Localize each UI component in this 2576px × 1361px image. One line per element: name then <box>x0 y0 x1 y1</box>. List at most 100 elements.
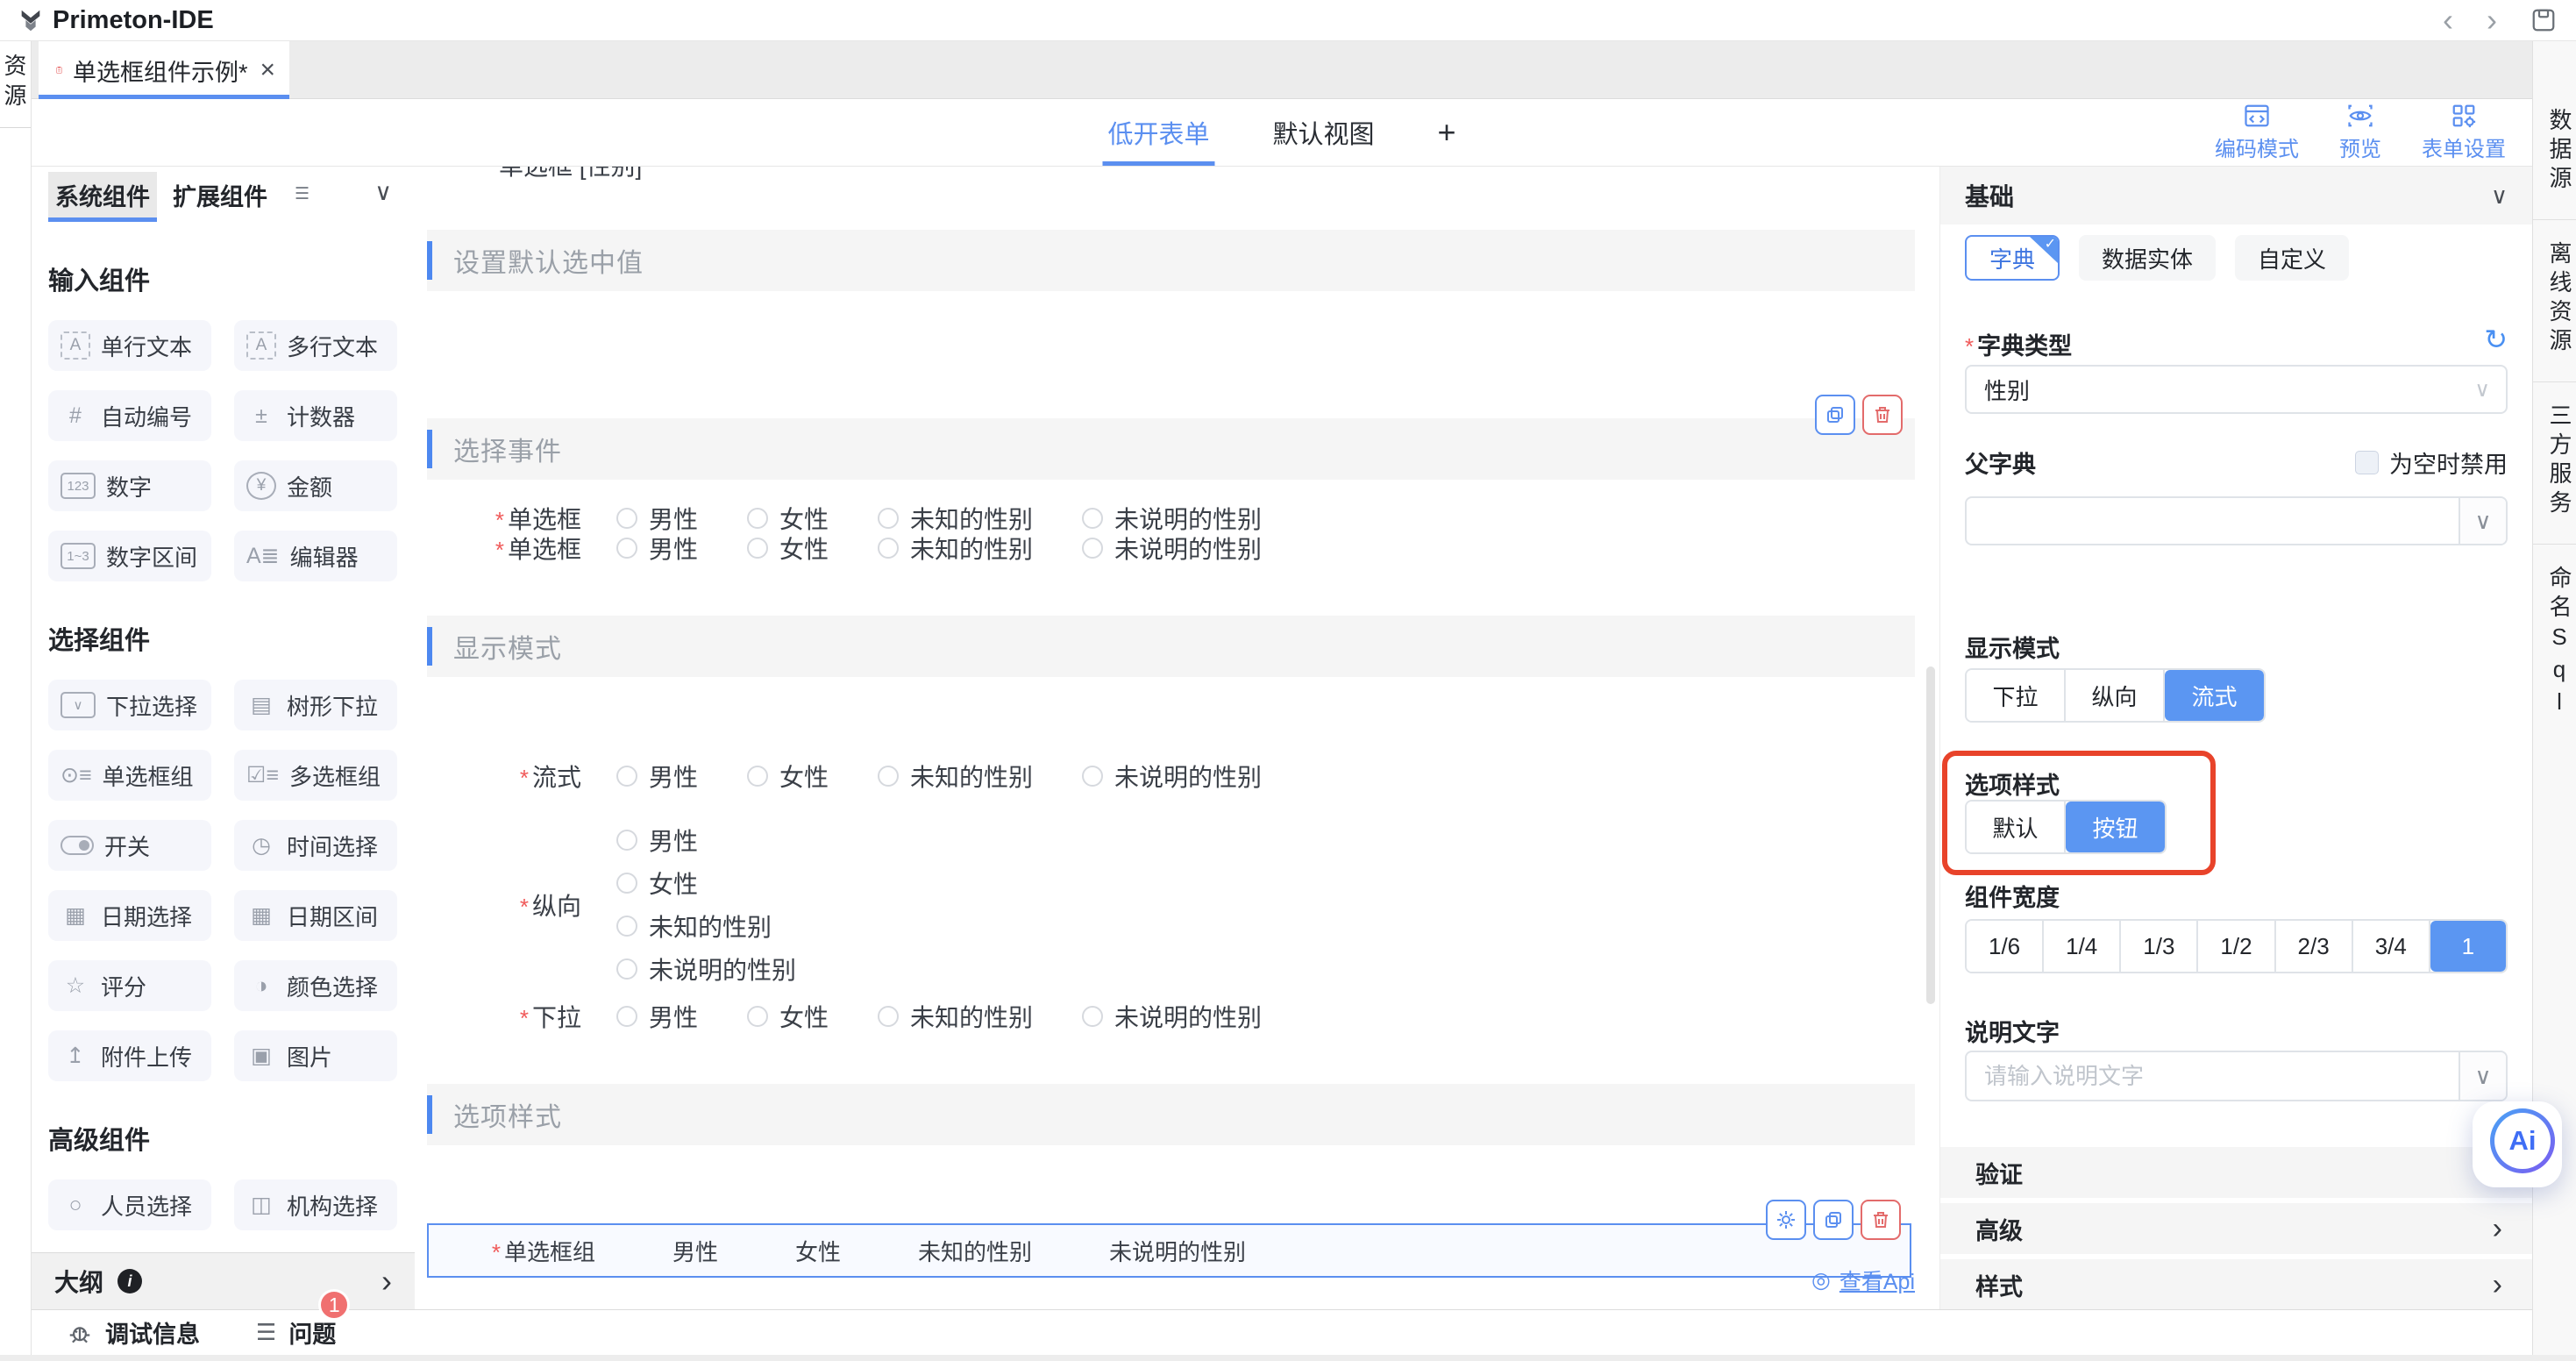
mode-dropdown[interactable]: 下拉 <box>1967 670 2066 721</box>
radio-option[interactable]: 未知的性别 <box>616 909 796 944</box>
canvas-scrollbar[interactable] <box>1926 666 1935 1004</box>
palette-item-multi-text[interactable]: A多行文本 <box>234 320 397 371</box>
palette-item-rating[interactable]: ☆评分 <box>48 960 211 1011</box>
radio-icon[interactable] <box>616 538 637 559</box>
palette-item-counter[interactable]: ±计数器 <box>234 390 397 441</box>
dict-type-select[interactable]: 性别 ∨ <box>1965 365 2508 414</box>
radio-option[interactable]: 女性 <box>747 531 829 566</box>
palette-item-single-text[interactable]: A单行文本 <box>48 320 211 371</box>
description-input[interactable] <box>1967 1063 2459 1090</box>
width-1-6[interactable]: 1/6 <box>1967 921 2044 972</box>
radio-icon[interactable] <box>747 766 768 787</box>
button-option[interactable]: 未说明的性别 <box>1109 1235 1246 1267</box>
palette-item-person-picker[interactable]: ○人员选择 <box>48 1179 211 1230</box>
code-mode-button[interactable]: 编码模式 <box>2215 103 2299 162</box>
radio-option[interactable]: 未说明的性别 <box>1082 531 1262 566</box>
preview-button[interactable]: 预览 <box>2339 103 2381 162</box>
rail-item-datasource[interactable]: 数据源 <box>2533 87 2576 220</box>
width-3-4[interactable]: 3/4 <box>2353 921 2430 972</box>
tab-lowcode-form[interactable]: 低开表单 <box>1107 99 1209 166</box>
radio-option[interactable]: 女性 <box>747 999 829 1034</box>
palette-item-time-picker[interactable]: ◷时间选择 <box>234 820 397 871</box>
radio-option[interactable]: 未说明的性别 <box>1082 999 1262 1034</box>
tab-extended-components[interactable]: 扩展组件 <box>163 172 277 217</box>
selected-radio-group-component[interactable]: *单选框组 男性 女性 未知的性别 未说明的性别 <box>427 1223 1911 1278</box>
radio-icon[interactable] <box>616 766 637 787</box>
radio-icon[interactable] <box>616 508 637 529</box>
button-option[interactable]: 未知的性别 <box>918 1235 1032 1267</box>
radio-option[interactable]: 男性 <box>616 531 698 566</box>
mode-flow[interactable]: 流式 <box>2165 670 2264 721</box>
radio-row-vertical[interactable]: *纵向 男性 女性 未知的性别 未说明的性别 <box>415 823 796 987</box>
radio-row-dropdown[interactable]: *下拉 男性 女性 未知的性别 未说明的性别 <box>415 996 1915 1037</box>
document-tab[interactable]: 单选框组件示例* × <box>39 41 289 99</box>
rail-item-third-party-services[interactable]: 三方服务 <box>2533 382 2576 545</box>
palette-item-editor[interactable]: A≣编辑器 <box>234 531 397 581</box>
width-1-4[interactable]: 1/4 <box>2044 921 2121 972</box>
palette-item-amount[interactable]: ¥金额 <box>234 460 397 511</box>
radio-icon[interactable] <box>616 958 637 980</box>
radio-row-event[interactable]: *单选框 男性 女性 未知的性别 未说明的性别 <box>415 528 1915 568</box>
filter-icon[interactable]: ☰ <box>295 184 310 204</box>
radio-row-flow[interactable]: *流式 男性 女性 未知的性别 未说明的性别 <box>415 756 1915 796</box>
width-full[interactable]: 1 <box>2430 921 2506 972</box>
radio-icon[interactable] <box>747 508 768 529</box>
palette-item-dropdown[interactable]: ∨下拉选择 <box>48 680 211 730</box>
width-2-3[interactable]: 2/3 <box>2276 921 2353 972</box>
checkbox-icon[interactable] <box>2355 451 2379 474</box>
nav-forward-icon[interactable]: › <box>2487 7 2497 33</box>
basic-section-header[interactable]: 基础 ∨ <box>1940 167 2532 224</box>
palette-item-image[interactable]: ▣图片 <box>234 1030 397 1081</box>
section-header-option-style[interactable]: 选项样式 <box>427 1084 1915 1145</box>
palette-item-color-picker[interactable]: ◑颜色选择 <box>234 960 397 1011</box>
radio-option[interactable]: 女性 <box>747 759 829 794</box>
radio-icon[interactable] <box>616 873 637 894</box>
delete-button[interactable] <box>1862 395 1903 435</box>
radio-option[interactable]: 女性 <box>616 866 796 901</box>
palette-item-auto-number[interactable]: #自动编号 <box>48 390 211 441</box>
radio-option[interactable]: 未知的性别 <box>878 759 1033 794</box>
view-api-link[interactable]: ◎ 查看Api <box>1811 1265 1915 1296</box>
palette-item-date-picker[interactable]: ▦日期选择 <box>48 890 211 941</box>
ai-assistant-button[interactable]: Ai <box>2473 1101 2562 1187</box>
disable-when-empty-checkbox[interactable]: 为空时禁用 <box>2355 445 2508 480</box>
radio-option[interactable]: 男性 <box>616 823 796 858</box>
section-validation[interactable]: 验证 › <box>1940 1147 2532 1198</box>
section-header-select-event[interactable]: 选择事件 <box>427 418 1915 480</box>
radio-option[interactable]: 未说明的性别 <box>616 951 796 987</box>
outline-bar[interactable]: 大纲 i › <box>32 1252 415 1309</box>
settings-button[interactable] <box>1766 1200 1806 1240</box>
tab-dictionary[interactable]: 字典 ✓ <box>1965 235 2060 281</box>
chevron-down-icon[interactable]: ∨ <box>374 179 392 206</box>
radio-option[interactable]: 未说明的性别 <box>1082 759 1262 794</box>
radio-icon[interactable] <box>1082 1006 1103 1027</box>
section-header-display-mode[interactable]: 显示模式 <box>427 616 1915 677</box>
palette-item-tree-dropdown[interactable]: ▤树形下拉 <box>234 680 397 730</box>
radio-option[interactable]: 男性 <box>616 999 698 1034</box>
close-icon[interactable]: × <box>260 55 275 85</box>
palette-item-org-picker[interactable]: ◫机构选择 <box>234 1179 397 1230</box>
tab-default-view[interactable]: 默认视图 <box>1272 99 1374 166</box>
rail-item-offline-resources[interactable]: 离线资源 <box>2533 220 2576 382</box>
palette-item-date-range[interactable]: ▦日期区间 <box>234 890 397 941</box>
palette-item-number[interactable]: 123数字 <box>48 460 211 511</box>
rail-item-resources[interactable]: 资源 <box>0 53 31 128</box>
save-icon[interactable] <box>2530 7 2557 33</box>
style-default[interactable]: 默认 <box>1967 802 2066 852</box>
width-1-3[interactable]: 1/3 <box>2121 921 2198 972</box>
section-advanced[interactable]: 高级 › <box>1940 1203 2532 1254</box>
section-header-default-value[interactable]: 设置默认选中值 <box>427 230 1915 291</box>
style-button[interactable]: 按钮 <box>2066 802 2165 852</box>
radio-icon[interactable] <box>616 916 637 937</box>
palette-item-switch[interactable]: 开关 <box>48 820 211 871</box>
palette-item-checkbox-group[interactable]: ☑≡多选框组 <box>234 750 397 801</box>
radio-icon[interactable] <box>878 1006 899 1027</box>
radio-icon[interactable] <box>878 508 899 529</box>
tab-system-components[interactable]: 系统组件 <box>48 172 157 217</box>
radio-option[interactable]: 未知的性别 <box>878 999 1033 1034</box>
chevron-right-icon[interactable]: › <box>381 1263 392 1300</box>
button-option[interactable]: 男性 <box>672 1235 718 1267</box>
radio-icon[interactable] <box>616 1006 637 1027</box>
add-view-icon[interactable]: + <box>1438 114 1456 151</box>
radio-icon[interactable] <box>1082 538 1103 559</box>
